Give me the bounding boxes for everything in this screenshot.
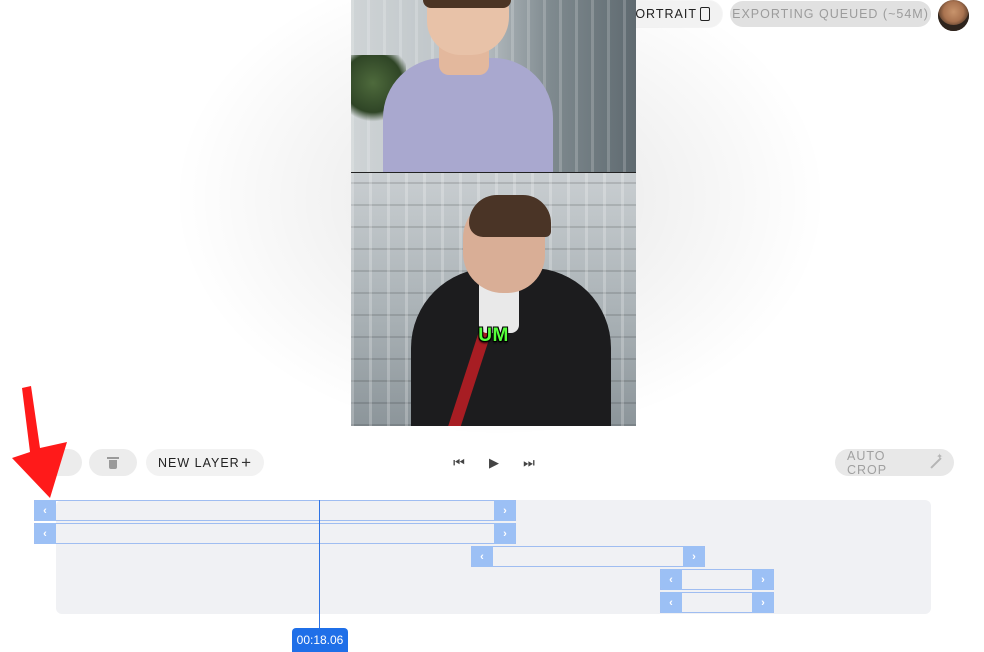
new-layer-button[interactable]: NEW LAYER +	[146, 449, 264, 476]
video-panel-bottom	[351, 173, 636, 426]
clip-start-handle[interactable]: ‹	[34, 500, 56, 521]
chevron-left-icon: ‹	[669, 596, 673, 609]
chevron-right-icon: ›	[503, 527, 507, 540]
person-hair	[423, 0, 511, 8]
timeline-clip[interactable]: ‹ ›	[34, 500, 516, 521]
clip-start-handle[interactable]: ‹	[660, 592, 682, 613]
timeline-clip[interactable]: ‹ ›	[660, 592, 774, 613]
clip-end-handle[interactable]: ›	[494, 523, 516, 544]
video-panel-top	[351, 0, 636, 172]
red-arrow-annotation	[12, 386, 67, 498]
clip-start-handle[interactable]: ‹	[34, 523, 56, 544]
portrait-label: PORTRAIT	[626, 7, 697, 21]
magic-wand-icon	[928, 452, 944, 470]
person-hair	[469, 195, 551, 237]
user-avatar[interactable]	[938, 0, 969, 31]
new-layer-label: NEW LAYER	[158, 455, 240, 470]
clip-body	[34, 523, 516, 544]
clip-start-handle[interactable]: ‹	[471, 546, 493, 567]
timeline-clip[interactable]: ‹ ›	[34, 523, 516, 544]
auto-crop-label: AUTO CROP	[847, 448, 888, 477]
chevron-left-icon: ‹	[43, 504, 47, 517]
timeline-clip[interactable]: ‹ ›	[660, 569, 774, 590]
playhead-time-badge[interactable]: 00:18.06	[292, 628, 348, 652]
auto-crop-button[interactable]: AUTO CROP	[835, 448, 954, 477]
playhead-line[interactable]	[319, 500, 320, 630]
clip-start-handle[interactable]: ‹	[660, 569, 682, 590]
chevron-right-icon: ›	[761, 596, 765, 609]
play-icon[interactable]: ▶	[487, 454, 501, 471]
chevron-left-icon: ‹	[669, 573, 673, 586]
delete-button[interactable]	[89, 449, 137, 476]
plus-icon: +	[241, 453, 252, 472]
chevron-left-icon: ‹	[43, 527, 47, 540]
trash-icon	[107, 456, 119, 469]
subtitle-caption: UM	[478, 325, 509, 346]
clip-body	[34, 500, 516, 521]
chevron-right-icon: ›	[761, 573, 765, 586]
clip-end-handle[interactable]: ›	[752, 592, 774, 613]
chevron-left-icon: ‹	[480, 550, 484, 563]
person-shirt	[383, 58, 553, 172]
skip-back-icon[interactable]: ⏮	[450, 454, 468, 471]
video-preview[interactable]: UM	[351, 0, 636, 426]
chevron-right-icon: ›	[503, 504, 507, 517]
clip-end-handle[interactable]: ›	[494, 500, 516, 521]
export-status-button[interactable]: EXPORTING QUEUED (~54M)	[730, 1, 931, 27]
clip-end-handle[interactable]: ›	[752, 569, 774, 590]
phone-portrait-icon	[700, 7, 710, 21]
chevron-right-icon: ›	[692, 550, 696, 563]
skip-forward-icon[interactable]: ⏭	[520, 454, 538, 471]
clip-body	[471, 546, 705, 567]
timeline-clip[interactable]: ‹ ›	[471, 546, 705, 567]
clip-end-handle[interactable]: ›	[683, 546, 705, 567]
export-label: EXPORTING QUEUED (~54M)	[732, 7, 929, 21]
person-head	[427, 0, 509, 55]
